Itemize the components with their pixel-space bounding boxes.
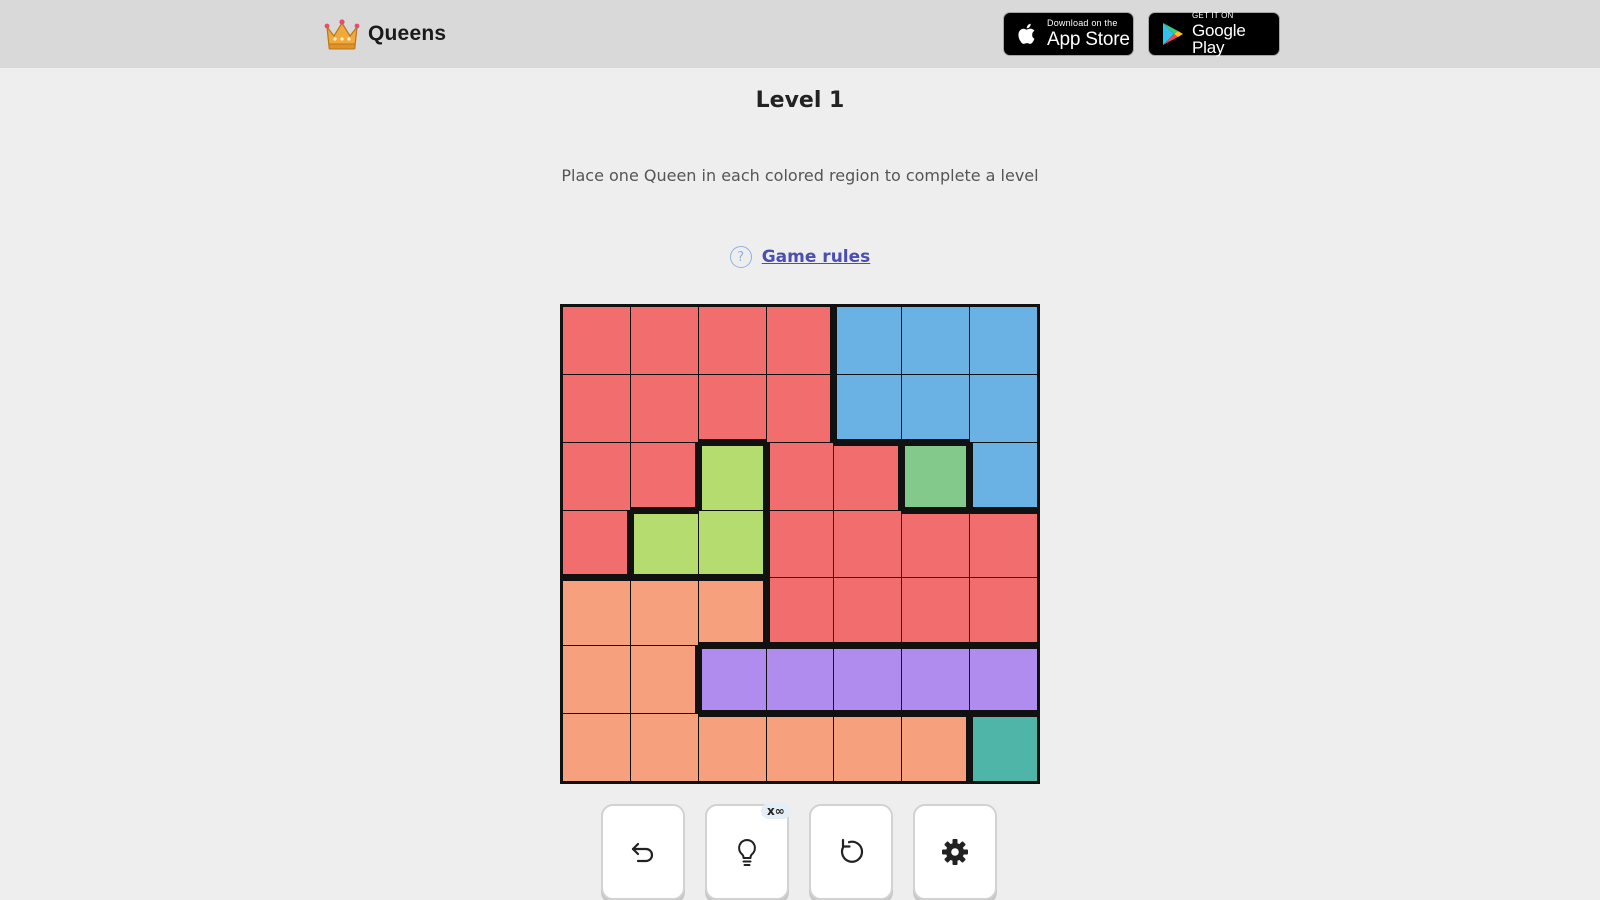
lightbulb-icon [738,839,756,866]
board-cell-red[interactable] [563,307,630,374]
board-cell-orange[interactable] [563,714,630,781]
board-cell-purple[interactable] [698,646,766,714]
google-play-label: Google Play [1192,21,1246,57]
board-cell-red[interactable] [766,374,834,442]
board-cell-red[interactable] [563,374,630,442]
restart-button[interactable] [809,804,893,900]
app-store-caption: Download on the [1047,18,1118,28]
google-play-button[interactable]: GET IT ON Google Play [1148,12,1280,56]
board-cell-orange[interactable] [563,646,630,714]
undo-icon [631,842,654,863]
app-store-button[interactable]: Download on the App Store [1003,12,1134,56]
brand[interactable]: Queens [324,17,446,51]
board-cell-lime[interactable] [698,442,766,510]
board-cell-blue[interactable] [902,374,970,442]
board-cell-blue[interactable] [970,442,1037,510]
board-cell-red[interactable] [970,578,1037,646]
level-title: Level 1 [755,88,845,113]
board-cell-orange[interactable] [766,714,834,781]
restart-icon [840,838,864,863]
app-store-label: App Store [1047,29,1130,50]
board-cell-lime[interactable] [698,510,766,578]
top-bar: Queens Download on the App Store GET IT … [0,0,1600,68]
board-cell-red[interactable] [970,510,1037,578]
board-cell-red[interactable] [834,578,902,646]
board-cell-red[interactable] [630,374,698,442]
board-cell-red[interactable] [766,578,834,646]
brand-name: Queens [368,22,447,45]
hint-button[interactable]: x∞ [705,803,791,900]
board-cell-orange[interactable] [834,714,902,781]
board-cell-purple[interactable] [834,646,902,714]
board-cell-blue[interactable] [902,307,970,374]
board-cell-red[interactable] [902,578,970,646]
board-cell-orange[interactable] [563,578,630,646]
game-board [560,304,1040,784]
board-cell-orange[interactable] [698,578,766,646]
gear-icon [942,839,968,865]
board-cell-red[interactable] [766,442,834,510]
board-cell-red[interactable] [698,307,766,374]
board-cell-blue[interactable] [834,374,902,442]
board-cell-orange[interactable] [630,714,698,781]
question-circle-icon[interactable]: ? [729,246,752,268]
board-cell-red[interactable] [902,510,970,578]
board-cell-orange[interactable] [698,714,766,781]
board-cell-blue[interactable] [970,307,1037,374]
undo-button[interactable] [601,804,685,900]
board-cell-green[interactable] [902,442,970,510]
board-cell-purple[interactable] [970,646,1037,714]
instructions-text: Place one Queen in each colored region t… [561,166,1039,185]
board-cell-blue[interactable] [970,374,1037,442]
game-rules: ? Game rules [0,246,1600,268]
board-cell-red[interactable] [630,442,698,510]
board-cell-orange[interactable] [902,714,970,781]
board-cell-purple[interactable] [766,646,834,714]
board-cell-purple[interactable] [902,646,970,714]
board-cell-red[interactable] [630,307,698,374]
board-cell-lime[interactable] [630,510,698,578]
board-cell-red[interactable] [834,442,902,510]
google-play-caption: GET IT ON [1192,11,1234,20]
hint-badge: x∞ [761,803,791,819]
google-play-icon [1163,23,1183,45]
board-cell-red[interactable] [766,307,834,374]
settings-button[interactable] [913,804,997,900]
board-cell-red[interactable] [563,510,630,578]
control-bar: x∞ [601,803,997,900]
board-cell-orange[interactable] [630,578,698,646]
board-cell-red[interactable] [766,510,834,578]
board-cell-teal[interactable] [970,714,1037,781]
board-cell-blue[interactable] [834,307,902,374]
board-cell-red[interactable] [563,442,630,510]
apple-icon [1018,23,1035,44]
game-rules-link[interactable]: Game rules [762,247,871,267]
board-cell-red[interactable] [834,510,902,578]
crown-icon [324,19,360,50]
board-cell-orange[interactable] [630,646,698,714]
board-cell-red[interactable] [698,374,766,442]
